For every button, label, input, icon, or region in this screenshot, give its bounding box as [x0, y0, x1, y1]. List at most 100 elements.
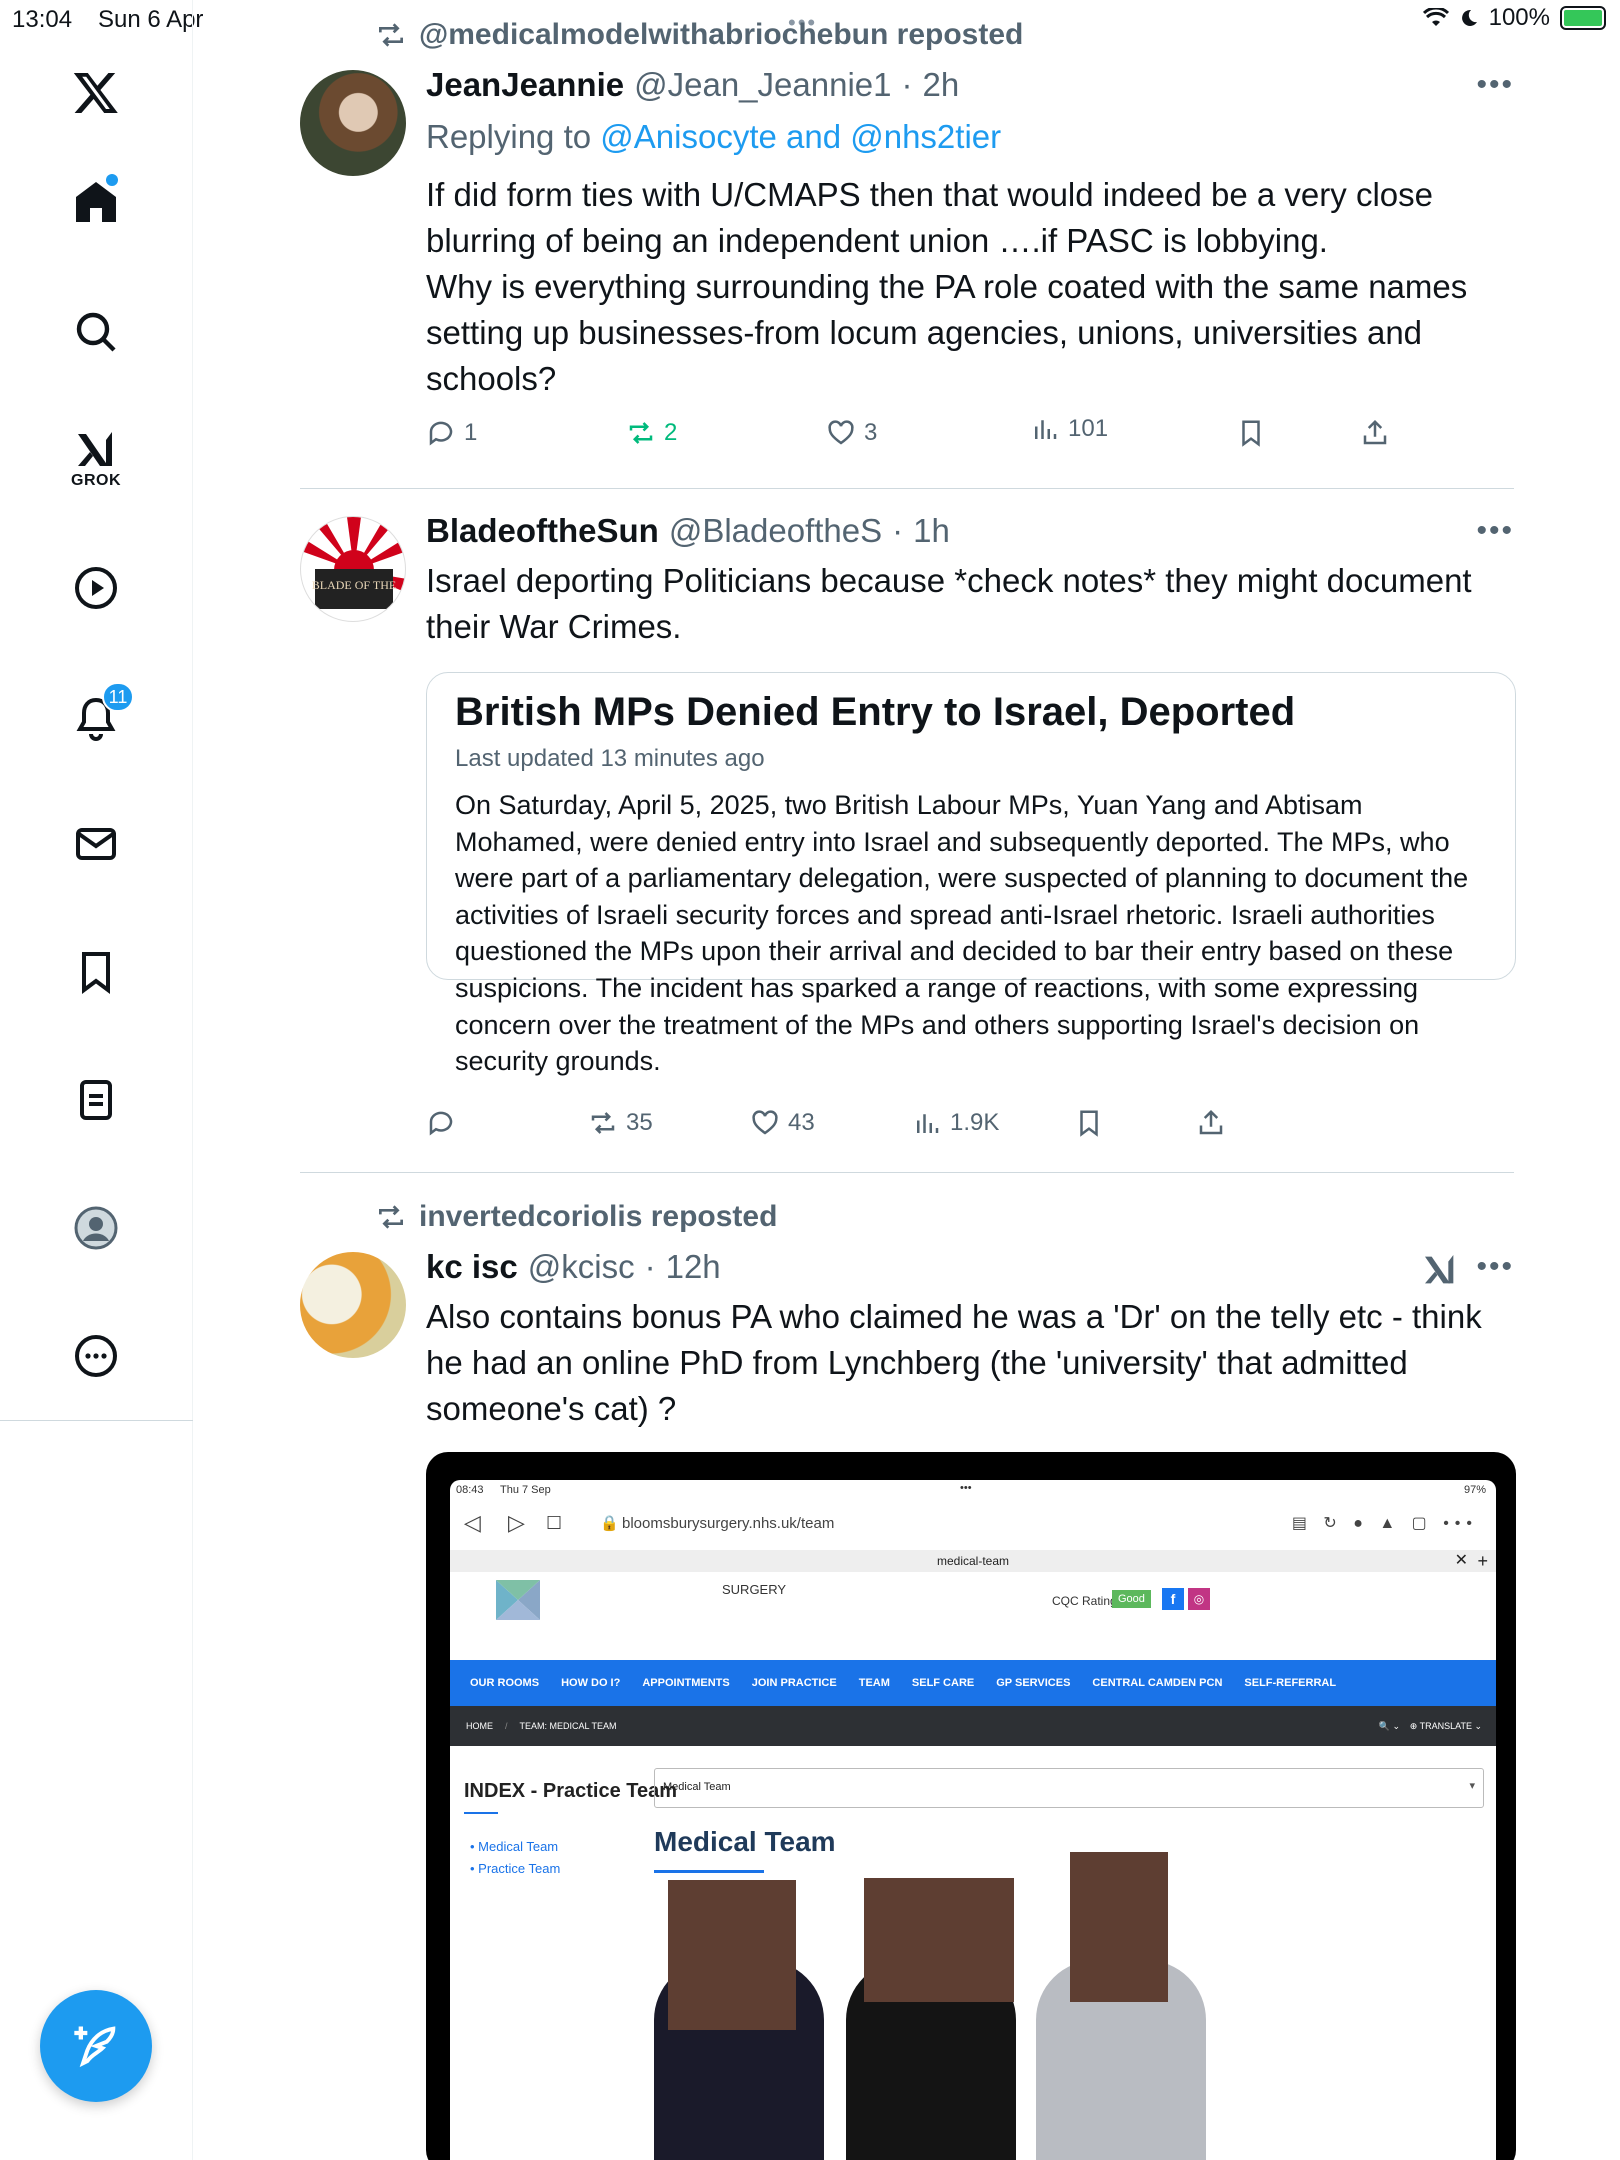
tweet-text: Also contains bonus PA who claimed he wa… [426, 1298, 1482, 1427]
media-status-battery: 97% [1463, 1484, 1486, 1496]
card-meta: Last updated 13 minutes ago [455, 745, 765, 772]
repost-context: @medicalmodelwithabriochebun reposted [375, 18, 1023, 52]
display-name[interactable]: kc isc [426, 1248, 518, 1286]
medical-team-title: Medical Team [654, 1826, 836, 1857]
display-name[interactable]: BladeoftheSun [426, 512, 659, 550]
handle[interactable]: @BladeoftheS [669, 512, 882, 550]
nav-lists[interactable] [56, 1060, 136, 1140]
tweet[interactable]: BLADE OF THE BladeoftheSun @BladeoftheS … [300, 488, 1516, 1172]
tweet-header: kc isc @kcisc · 12h [426, 1248, 721, 1286]
index-underline [464, 1812, 498, 1814]
share-button[interactable] [1196, 1108, 1226, 1138]
translate-text: TRANSLATE [1419, 1720, 1472, 1731]
site-header: SURGERY CQC Rating Good f ◎ [450, 1572, 1496, 1654]
site-menu-item: CENTRAL CAMDEN PCN [1092, 1677, 1223, 1689]
bookmark-button[interactable] [1236, 418, 1266, 448]
compose-button[interactable] [40, 1990, 152, 2102]
avatar[interactable]: BLADE OF THE [300, 516, 406, 622]
cqc-label: CQC Rating [1052, 1594, 1117, 1608]
index-title: INDEX - Practice Team [464, 1780, 678, 1802]
reply-button[interactable] [426, 1108, 464, 1138]
site-menu-item: SELF-REFERRAL [1244, 1677, 1337, 1689]
like-button[interactable]: 3 [826, 418, 877, 448]
reply-mentions-link[interactable]: @Anisocyte and @nhs2tier [600, 118, 1001, 155]
media-status-date: Thu 7 Sep [500, 1484, 551, 1496]
repost-icon [379, 1205, 403, 1229]
nav-notifications[interactable]: 11 [56, 678, 136, 758]
bookmark-icon [1080, 1110, 1098, 1137]
repost-button[interactable]: 2 [626, 418, 677, 448]
avatar[interactable] [300, 70, 406, 176]
share-icon [1199, 1109, 1223, 1135]
more-options-icon[interactable]: ••• [1476, 514, 1514, 548]
repost-count: 35 [626, 1109, 653, 1136]
view-count: 101 [1068, 415, 1109, 442]
reply-context: Replying to @Anisocyte and @nhs2tier [426, 114, 1516, 160]
media-url: bloomsburysurgery.nhs.uk/team [622, 1514, 835, 1532]
grok-icon[interactable] [1420, 1250, 1460, 1290]
avatar[interactable] [300, 1252, 406, 1358]
tweet[interactable]: invertedcoriolis reposted kc isc @kcisc … [300, 1172, 1516, 2160]
tweet[interactable]: @medicalmodelwithabriochebun reposted Je… [300, 0, 1514, 488]
surgery-logo-icon [496, 1580, 540, 1620]
compose-icon [74, 2026, 116, 2068]
team-select-value: Medical Team [663, 1781, 731, 1793]
nav-search[interactable] [56, 292, 136, 372]
nav-profile[interactable] [56, 1188, 136, 1268]
nav-bookmarks[interactable] [56, 932, 136, 1012]
redaction-block [864, 1878, 1014, 2002]
like-count: 43 [788, 1109, 815, 1136]
media-status-time: 08:43 [456, 1484, 484, 1496]
site-menu-item: SELF CARE [911, 1677, 975, 1689]
nav-more[interactable] [56, 1316, 136, 1396]
translate-label: ⊕ TRANSLATE ⌄ [1409, 1720, 1482, 1731]
repost-context-text: @medicalmodelwithabriochebun reposted [419, 18, 1024, 51]
nav-messages[interactable] [56, 804, 136, 884]
card-title: British MPs Denied Entry to Israel, Depo… [455, 690, 1296, 734]
tweet-time[interactable]: 2h [923, 66, 960, 104]
site-menu-item: HOW DO I? [561, 1677, 621, 1689]
facebook-icon: f [1162, 1588, 1184, 1610]
site-menu-item: GP SERVICES [996, 1677, 1071, 1689]
views-button[interactable]: 101 [1030, 414, 1108, 444]
tweet-time[interactable]: 12h [666, 1248, 721, 1286]
display-name[interactable]: JeanJeannie [426, 66, 624, 104]
nav-grok[interactable]: GROK [56, 418, 136, 498]
x-logo-icon[interactable] [56, 52, 136, 132]
views-button[interactable]: 1.9K [912, 1108, 999, 1138]
instagram-icon: ◎ [1188, 1588, 1210, 1610]
media-screenshot: 08:43 Thu 7 Sep ••• 97% ◁ ▷ ☐ 🔒 bloomsbu… [450, 1480, 1496, 2160]
tweet-time[interactable]: 1h [913, 512, 950, 550]
book-icon: ☐ [546, 1512, 563, 1533]
handle[interactable]: @Jean_Jeannie1 [634, 66, 891, 104]
reply-icon [429, 421, 453, 446]
breadcrumb-current: TEAM: MEDICAL TEAM [519, 1721, 617, 1731]
grok-icon [78, 432, 112, 466]
handle[interactable]: @kcisc [528, 1248, 635, 1286]
site-menu-item: OUR ROOMS [470, 1677, 540, 1689]
site-name: SURGERY [722, 1582, 787, 1597]
tweet-media-image[interactable]: 08:43 Thu 7 Sep ••• 97% ◁ ▷ ☐ 🔒 bloomsbu… [426, 1452, 1516, 2160]
replying-to-label: Replying to [426, 118, 601, 155]
reply-button[interactable]: 1 [426, 418, 477, 448]
card-body: On Saturday, April 5, 2025, two British … [455, 790, 1469, 1077]
site-menu-bar: OUR ROOMS HOW DO I? APPOINTMENTS JOIN PRACT… [450, 1660, 1496, 1706]
repost-button[interactable]: 35 [588, 1108, 653, 1138]
like-button[interactable]: 43 [750, 1108, 815, 1138]
nav-home[interactable] [56, 162, 136, 242]
nav-video[interactable] [56, 548, 136, 628]
avatar-text: BLADE OF THE [312, 578, 396, 592]
repost-count: 2 [664, 419, 678, 446]
more-options-icon[interactable]: ••• [1476, 68, 1514, 102]
reply-count: 1 [464, 419, 478, 446]
grok-summary-card[interactable]: British MPs Denied Entry to Israel, Depo… [426, 672, 1516, 1076]
bookmark-button[interactable] [1074, 1108, 1104, 1138]
index-link-text: Practice Team [478, 1861, 561, 1876]
index-link: • Medical Team [470, 1839, 559, 1854]
battery-icon [1560, 6, 1606, 30]
site-breadcrumb: HOME / TEAM: MEDICAL TEAM 🔍 ⌄ ⊕ TRANSLAT… [450, 1706, 1496, 1746]
share-button[interactable] [1360, 418, 1390, 448]
index-link: • Practice Team [470, 1861, 561, 1876]
bookmark-icon [1242, 420, 1260, 447]
more-options-icon[interactable]: ••• [1476, 1250, 1514, 1284]
